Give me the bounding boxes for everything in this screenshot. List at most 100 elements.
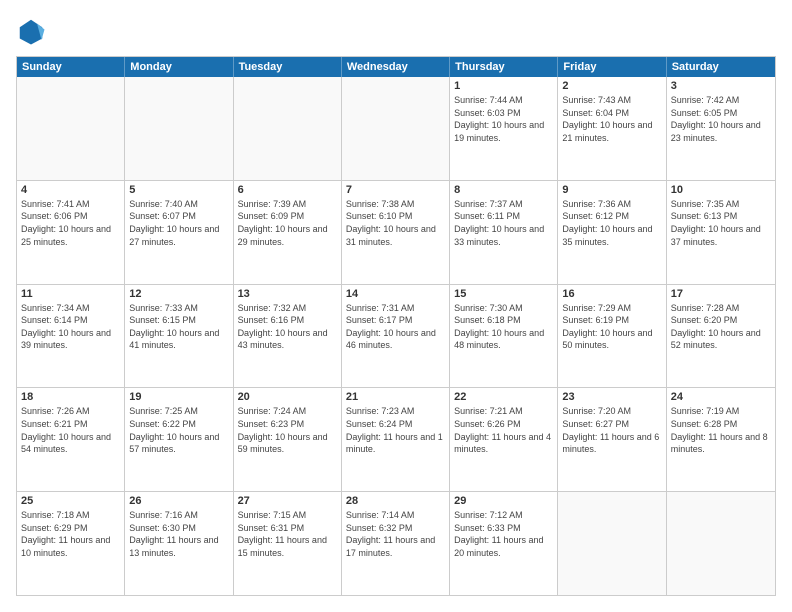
day-number: 24 <box>671 391 771 403</box>
day-info: Sunrise: 7:38 AMSunset: 6:10 PMDaylight:… <box>346 198 445 248</box>
day-info: Sunrise: 7:21 AMSunset: 6:26 PMDaylight:… <box>454 405 553 455</box>
calendar-cell: 14 Sunrise: 7:31 AMSunset: 6:17 PMDayligh… <box>342 285 450 388</box>
calendar-cell: 17 Sunrise: 7:28 AMSunset: 6:20 PMDayligh… <box>667 285 775 388</box>
day-info: Sunrise: 7:41 AMSunset: 6:06 PMDaylight:… <box>21 198 120 248</box>
weekday-header: Thursday <box>450 57 558 77</box>
calendar-cell <box>342 77 450 180</box>
day-info: Sunrise: 7:42 AMSunset: 6:05 PMDaylight:… <box>671 94 771 144</box>
calendar-cell <box>558 492 666 595</box>
day-info: Sunrise: 7:19 AMSunset: 6:28 PMDaylight:… <box>671 405 771 455</box>
day-info: Sunrise: 7:24 AMSunset: 6:23 PMDaylight:… <box>238 405 337 455</box>
calendar-cell: 8 Sunrise: 7:37 AMSunset: 6:11 PMDaylight… <box>450 181 558 284</box>
weekday-header: Wednesday <box>342 57 450 77</box>
day-number: 4 <box>21 184 120 196</box>
weekday-header: Saturday <box>667 57 775 77</box>
day-number: 28 <box>346 495 445 507</box>
day-number: 17 <box>671 288 771 300</box>
calendar: SundayMondayTuesdayWednesdayThursdayFrid… <box>16 56 776 596</box>
calendar-cell: 21 Sunrise: 7:23 AMSunset: 6:24 PMDayligh… <box>342 388 450 491</box>
calendar-cell: 9 Sunrise: 7:36 AMSunset: 6:12 PMDaylight… <box>558 181 666 284</box>
calendar-row: 18 Sunrise: 7:26 AMSunset: 6:21 PMDayligh… <box>17 388 775 492</box>
calendar-cell: 2Sunrise: 7:43 AMSunset: 6:04 PMDaylight… <box>558 77 666 180</box>
calendar-cell <box>125 77 233 180</box>
weekday-header: Friday <box>558 57 666 77</box>
day-info: Sunrise: 7:14 AMSunset: 6:32 PMDaylight:… <box>346 509 445 559</box>
calendar-cell: 18 Sunrise: 7:26 AMSunset: 6:21 PMDayligh… <box>17 388 125 491</box>
calendar-cell: 26 Sunrise: 7:16 AMSunset: 6:30 PMDayligh… <box>125 492 233 595</box>
calendar-cell: 4 Sunrise: 7:41 AMSunset: 6:06 PMDaylight… <box>17 181 125 284</box>
calendar-row: 1 Sunrise: 7:44 AMSunset: 6:03 PMDaylight… <box>17 77 775 181</box>
day-info: Sunrise: 7:25 AMSunset: 6:22 PMDaylight:… <box>129 405 228 455</box>
calendar-body: 1 Sunrise: 7:44 AMSunset: 6:03 PMDaylight… <box>17 77 775 595</box>
day-number: 7 <box>346 184 445 196</box>
day-info: Sunrise: 7:35 AMSunset: 6:13 PMDaylight:… <box>671 198 771 248</box>
day-info: Sunrise: 7:26 AMSunset: 6:21 PMDaylight:… <box>21 405 120 455</box>
day-info: Sunrise: 7:34 AMSunset: 6:14 PMDaylight:… <box>21 302 120 352</box>
day-info: Sunrise: 7:23 AMSunset: 6:24 PMDaylight:… <box>346 405 445 455</box>
logo-icon <box>16 16 46 46</box>
weekday-header: Sunday <box>17 57 125 77</box>
day-info: Sunrise: 7:40 AMSunset: 6:07 PMDaylight:… <box>129 198 228 248</box>
calendar-cell: 5 Sunrise: 7:40 AMSunset: 6:07 PMDaylight… <box>125 181 233 284</box>
calendar-row: 25 Sunrise: 7:18 AMSunset: 6:29 PMDayligh… <box>17 492 775 595</box>
calendar-cell: 15Sunrise: 7:30 AMSunset: 6:18 PMDayligh… <box>450 285 558 388</box>
day-info: Sunrise: 7:30 AMSunset: 6:18 PMDaylight:… <box>454 302 553 352</box>
day-number: 26 <box>129 495 228 507</box>
day-info: Sunrise: 7:33 AMSunset: 6:15 PMDaylight:… <box>129 302 228 352</box>
calendar-cell: 11 Sunrise: 7:34 AMSunset: 6:14 PMDayligh… <box>17 285 125 388</box>
calendar-cell: 19 Sunrise: 7:25 AMSunset: 6:22 PMDayligh… <box>125 388 233 491</box>
logo <box>16 16 50 46</box>
calendar-cell: 16 Sunrise: 7:29 AMSunset: 6:19 PMDayligh… <box>558 285 666 388</box>
calendar-cell: 6 Sunrise: 7:39 AMSunset: 6:09 PMDaylight… <box>234 181 342 284</box>
day-info: Sunrise: 7:36 AMSunset: 6:12 PMDaylight:… <box>562 198 661 248</box>
day-number: 14 <box>346 288 445 300</box>
day-info: Sunrise: 7:29 AMSunset: 6:19 PMDaylight:… <box>562 302 661 352</box>
day-info: Sunrise: 7:16 AMSunset: 6:30 PMDaylight:… <box>129 509 228 559</box>
day-info: Sunrise: 7:43 AMSunset: 6:04 PMDaylight:… <box>562 94 661 144</box>
day-number: 6 <box>238 184 337 196</box>
calendar-cell: 27Sunrise: 7:15 AMSunset: 6:31 PMDayligh… <box>234 492 342 595</box>
calendar-header: SundayMondayTuesdayWednesdayThursdayFrid… <box>17 57 775 77</box>
day-info: Sunrise: 7:39 AMSunset: 6:09 PMDaylight:… <box>238 198 337 248</box>
day-number: 29 <box>454 495 553 507</box>
calendar-cell: 23 Sunrise: 7:20 AMSunset: 6:27 PMDayligh… <box>558 388 666 491</box>
calendar-cell: 25 Sunrise: 7:18 AMSunset: 6:29 PMDayligh… <box>17 492 125 595</box>
day-number: 1 <box>454 80 553 92</box>
calendar-cell <box>667 492 775 595</box>
calendar-cell: 10Sunrise: 7:35 AMSunset: 6:13 PMDayligh… <box>667 181 775 284</box>
day-number: 18 <box>21 391 120 403</box>
day-info: Sunrise: 7:28 AMSunset: 6:20 PMDaylight:… <box>671 302 771 352</box>
calendar-row: 4 Sunrise: 7:41 AMSunset: 6:06 PMDaylight… <box>17 181 775 285</box>
day-number: 20 <box>238 391 337 403</box>
weekday-header: Tuesday <box>234 57 342 77</box>
calendar-cell <box>17 77 125 180</box>
day-info: Sunrise: 7:32 AMSunset: 6:16 PMDaylight:… <box>238 302 337 352</box>
header <box>16 16 776 46</box>
calendar-cell: 20 Sunrise: 7:24 AMSunset: 6:23 PMDayligh… <box>234 388 342 491</box>
calendar-cell <box>234 77 342 180</box>
calendar-cell: 22 Sunrise: 7:21 AMSunset: 6:26 PMDayligh… <box>450 388 558 491</box>
day-number: 9 <box>562 184 661 196</box>
day-info: Sunrise: 7:20 AMSunset: 6:27 PMDaylight:… <box>562 405 661 455</box>
day-info: Sunrise: 7:31 AMSunset: 6:17 PMDaylight:… <box>346 302 445 352</box>
day-number: 27 <box>238 495 337 507</box>
day-info: Sunrise: 7:18 AMSunset: 6:29 PMDaylight:… <box>21 509 120 559</box>
calendar-cell: 3Sunrise: 7:42 AMSunset: 6:05 PMDaylight… <box>667 77 775 180</box>
day-number: 21 <box>346 391 445 403</box>
day-info: Sunrise: 7:44 AMSunset: 6:03 PMDaylight:… <box>454 94 553 144</box>
day-number: 19 <box>129 391 228 403</box>
day-number: 23 <box>562 391 661 403</box>
calendar-cell: 29Sunrise: 7:12 AMSunset: 6:33 PMDayligh… <box>450 492 558 595</box>
day-info: Sunrise: 7:37 AMSunset: 6:11 PMDaylight:… <box>454 198 553 248</box>
weekday-header: Monday <box>125 57 233 77</box>
calendar-cell: 12Sunrise: 7:33 AMSunset: 6:15 PMDayligh… <box>125 285 233 388</box>
day-number: 11 <box>21 288 120 300</box>
calendar-cell: 24 Sunrise: 7:19 AMSunset: 6:28 PMDayligh… <box>667 388 775 491</box>
day-number: 16 <box>562 288 661 300</box>
day-number: 8 <box>454 184 553 196</box>
day-number: 13 <box>238 288 337 300</box>
day-number: 22 <box>454 391 553 403</box>
day-number: 25 <box>21 495 120 507</box>
day-number: 5 <box>129 184 228 196</box>
calendar-cell: 7 Sunrise: 7:38 AMSunset: 6:10 PMDaylight… <box>342 181 450 284</box>
